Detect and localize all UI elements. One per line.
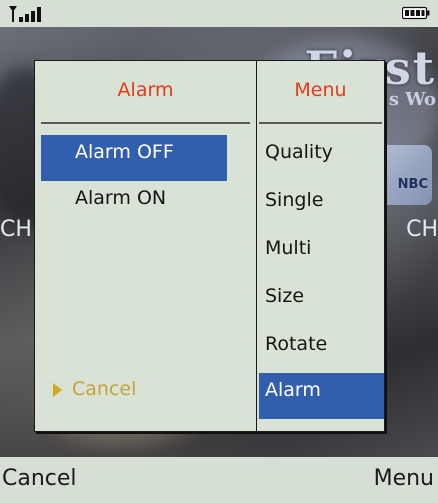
viewfinder-right-text: CH [406,217,438,242]
menu-item-size[interactable]: Size [259,279,384,325]
main-menu: Menu Quality Single Multi Size Rotate Al… [256,60,385,432]
cancel-menu-item[interactable]: Cancel [53,372,136,406]
viewfinder-logo-text: NBC [397,177,428,192]
signal-strength-icon [9,6,41,22]
cancel-menu-item-label: Cancel [72,378,137,400]
divider [259,122,382,124]
alarm-submenu-title: Alarm [117,79,174,101]
divider [41,122,250,124]
menu-item-rotate[interactable]: Rotate [259,327,384,373]
menu-softkey[interactable]: Menu [374,466,434,491]
menu-item-single[interactable]: Single [259,183,384,229]
menu-item-alarm-on[interactable]: Alarm ON [41,181,227,227]
alarm-submenu: Alarm Alarm OFF Alarm ON Cancel [34,60,257,432]
battery-icon [402,6,430,20]
arrow-right-icon [53,382,62,397]
status-bar [0,0,438,27]
viewfinder-left-text: CH [0,217,32,242]
menu-item-alarm-off[interactable]: Alarm OFF [41,135,227,181]
viewfinder-banner-subtext: s Wo [388,89,436,110]
softkey-bar: Cancel Menu [0,457,438,503]
menu-item-alarm[interactable]: Alarm [259,373,384,419]
menu-item-multi[interactable]: Multi [259,231,384,277]
cancel-softkey[interactable]: Cancel [2,466,77,491]
menu-item-quality[interactable]: Quality [259,135,384,181]
main-menu-title: Menu [294,79,347,101]
phone-screen: First s Wo NBC CH CH Alarm Alarm OFF Ala… [0,0,438,503]
